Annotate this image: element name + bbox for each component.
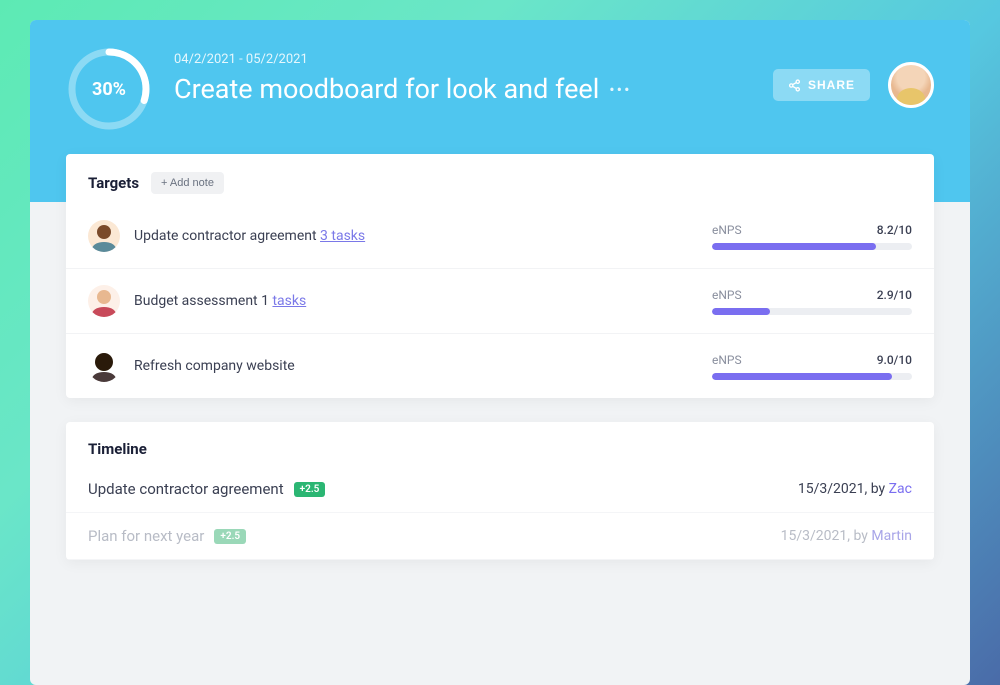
targets-title: Targets [88,174,139,192]
metric-block: eNPS 8.2/10 [712,223,912,250]
metric-bar [712,243,912,250]
timeline-meta: 15/3/2021, by Zac [798,481,912,497]
metric-label: eNPS [712,288,742,302]
assignee-avatar [88,220,120,252]
more-icon[interactable]: ••• [609,80,631,99]
target-text: Budget assessment 1 tasks [134,293,712,309]
app-window: 30% 04/2/2021 - 05/2/2021 Create moodboa… [30,20,970,685]
target-title: Update contractor agreement [134,228,320,244]
metric-label: eNPS [712,223,742,237]
target-text: Refresh company website [134,358,712,374]
tasks-link[interactable]: 3 tasks [320,228,365,244]
targets-card: Targets + Add note Update contractor agr… [66,154,934,398]
metric-block: eNPS 9.0/10 [712,353,912,380]
delta-badge: +2.5 [214,529,246,544]
targets-card-head: Targets + Add note [66,154,934,204]
progress-percent: 30% [66,46,152,132]
assignee-avatar [88,285,120,317]
target-row[interactable]: Refresh company website eNPS 9.0/10 [66,334,934,398]
by-label: , by [865,481,889,497]
target-title: Budget assessment 1 [134,293,272,309]
target-title: Refresh company website [134,358,295,374]
timeline-card-head: Timeline [66,422,934,466]
metric-bar [712,308,912,315]
target-row[interactable]: Update contractor agreement 3 tasks eNPS… [66,204,934,269]
tasks-link[interactable]: tasks [272,293,306,309]
timeline-item-title: Plan for next year [88,527,204,545]
share-label: SHARE [808,78,855,92]
metric-label: eNPS [712,353,742,367]
metric-score: 8.2/10 [877,223,912,237]
timeline-user-link[interactable]: Zac [889,481,912,497]
progress-ring: 30% [66,46,152,132]
metric-score: 2.9/10 [877,288,912,302]
timeline-item-title: Update contractor agreement [88,480,284,498]
timeline-date: 15/3/2021 [798,481,865,497]
metric-block: eNPS 2.9/10 [712,288,912,315]
assignee-avatar [88,350,120,382]
timeline-row[interactable]: Update contractor agreement +2.5 15/3/20… [66,466,934,513]
page-title: Create moodboard for look and feel ••• [174,73,751,105]
by-label: , by [847,528,871,544]
add-note-button[interactable]: + Add note [151,172,224,194]
content: Targets + Add note Update contractor agr… [30,154,970,560]
header-actions: SHARE [773,46,934,108]
delta-badge: +2.5 [294,482,326,497]
timeline-date: 15/3/2021 [781,528,848,544]
target-row[interactable]: Budget assessment 1 tasks eNPS 2.9/10 [66,269,934,334]
share-button[interactable]: SHARE [773,69,870,101]
metric-score: 9.0/10 [877,353,912,367]
page-title-text: Create moodboard for look and feel [174,73,599,105]
timeline-meta: 15/3/2021, by Martin [781,528,912,544]
share-icon [788,79,801,92]
timeline-row[interactable]: Plan for next year +2.5 15/3/2021, by Ma… [66,513,934,560]
target-text: Update contractor agreement 3 tasks [134,228,712,244]
user-avatar[interactable] [888,62,934,108]
date-range: 04/2/2021 - 05/2/2021 [174,52,751,67]
timeline-title: Timeline [88,440,912,458]
timeline-user-link[interactable]: Martin [871,528,912,544]
timeline-card: Timeline Update contractor agreement +2.… [66,422,934,560]
title-block: 04/2/2021 - 05/2/2021 Create moodboard f… [174,46,751,105]
metric-bar [712,373,912,380]
